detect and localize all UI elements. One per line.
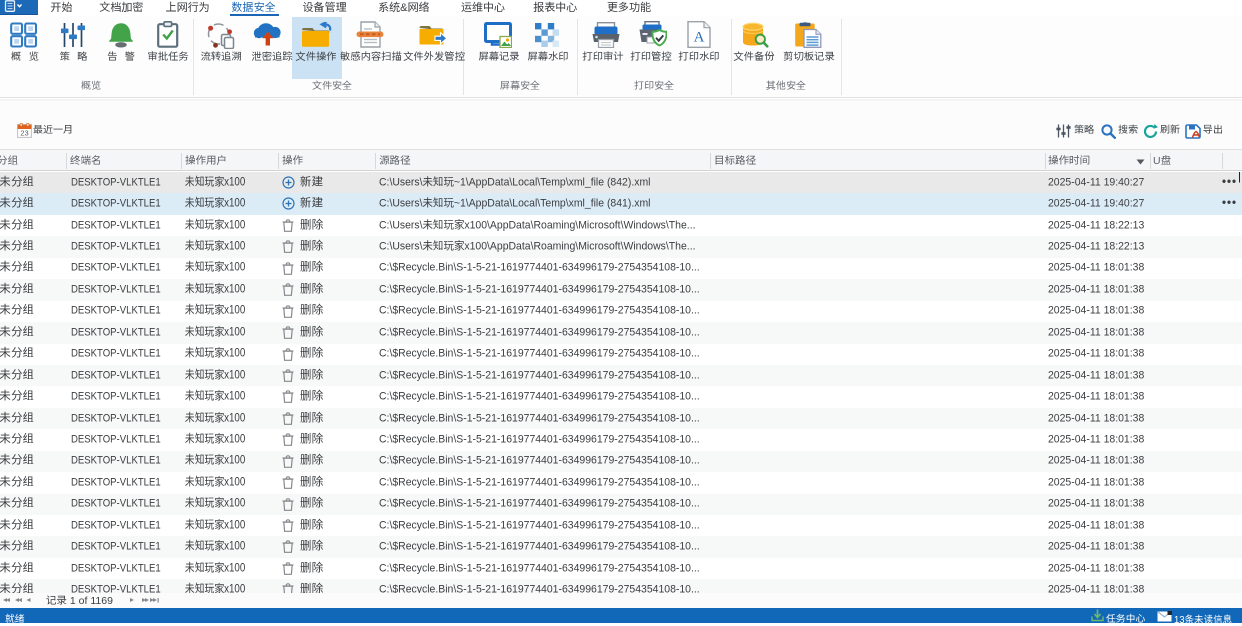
svg-text:23: 23 [20, 129, 28, 138]
svg-text:A: A [694, 30, 705, 46]
